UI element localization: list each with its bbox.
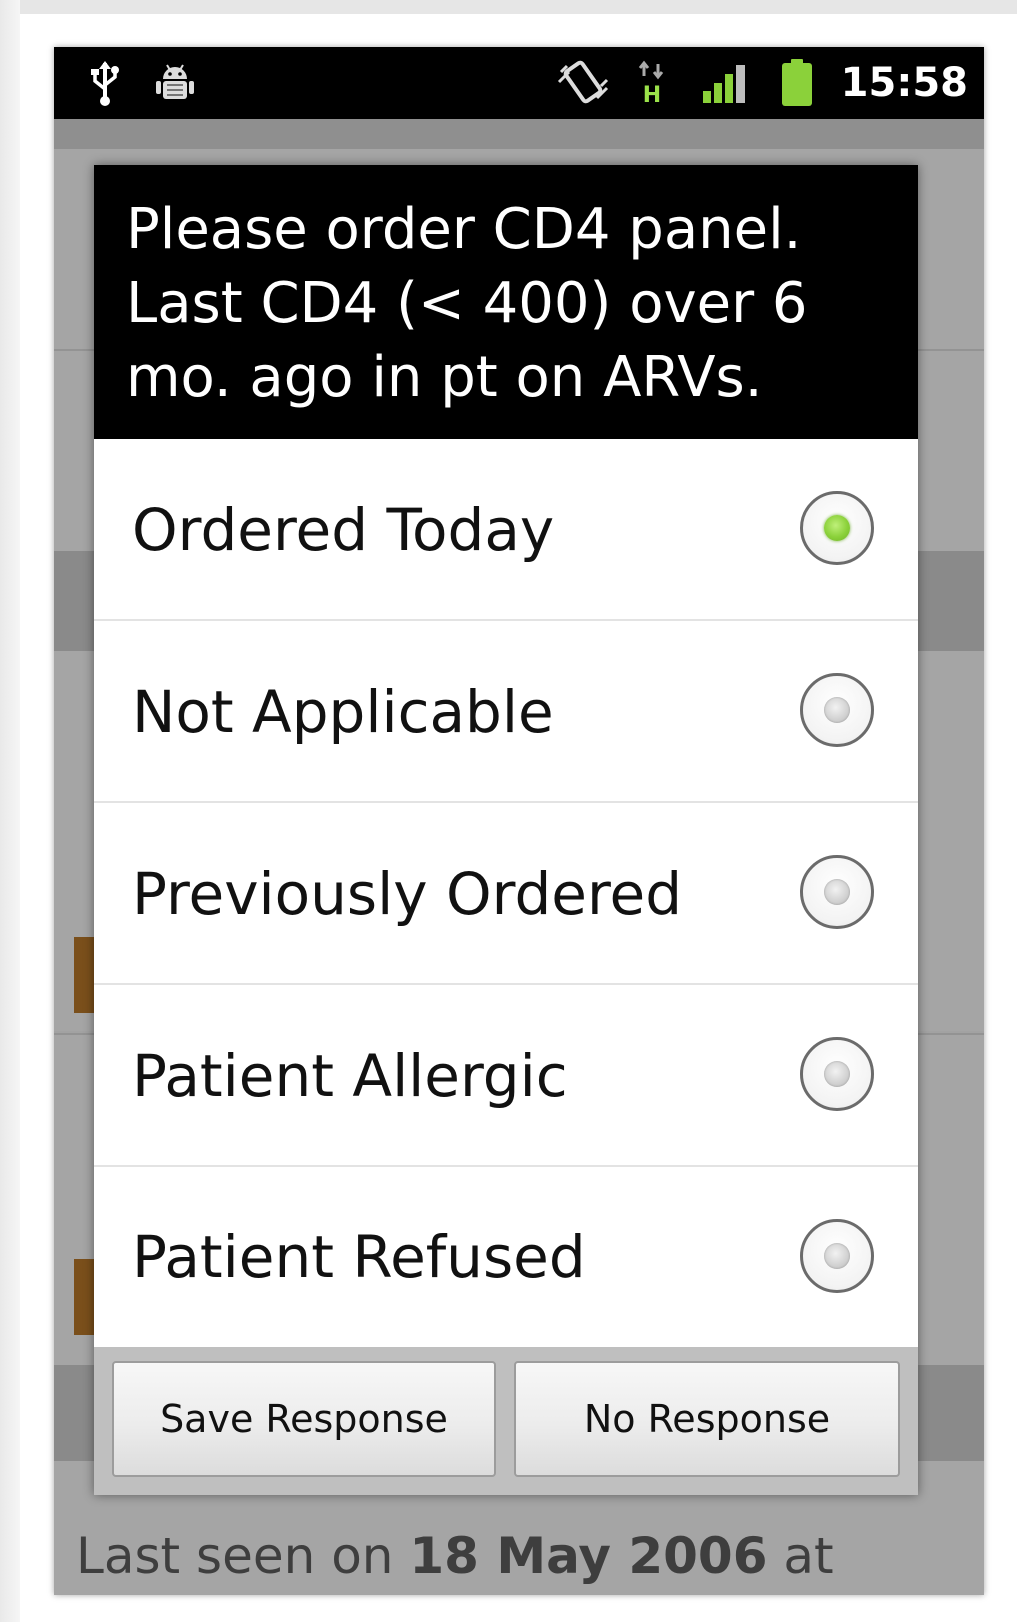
no-response-button[interactable]: No Response [514,1361,900,1477]
last-seen-suffix: at [767,1527,834,1585]
last-seen-prefix: Last seen on [76,1527,410,1585]
last-seen-date: 18 May 2006 [409,1527,768,1585]
radio-indicator [824,697,850,723]
cd4-reminder-dialog: Please order CD4 panel. Last CD4 (< 400)… [94,165,918,1495]
status-bar-clock: 15:58 [840,60,968,106]
signal-strength-icon [700,57,750,109]
save-response-button[interactable]: Save Response [112,1361,496,1477]
option-label: Not Applicable [132,678,554,746]
option-ordered-today[interactable]: Ordered Today [94,439,918,621]
radio-button[interactable] [800,673,874,747]
option-patient-allergic[interactable]: Patient Allergic [94,985,918,1167]
radio-button[interactable] [800,855,874,929]
radio-button-checked[interactable] [800,491,874,565]
usb-icon [84,57,126,109]
dialog-title-bar: Please order CD4 panel. Last CD4 (< 400)… [94,165,918,439]
option-previously-ordered[interactable]: Previously Ordered [94,803,918,985]
svg-text:H: H [643,83,661,106]
dialog-title: Please order CD4 panel. Last CD4 (< 400)… [126,197,808,410]
radio-button[interactable] [800,1219,874,1293]
option-not-applicable[interactable]: Not Applicable [94,621,918,803]
phone-screen: H 15:58 Last seen on 18 May 2006 at Plea… [54,47,984,1595]
radio-indicator [824,879,850,905]
vibrate-icon [554,57,612,109]
option-label: Ordered Today [132,496,555,564]
screenshot-frame: H 15:58 Last seen on 18 May 2006 at Plea… [0,0,1017,1622]
hspa-data-icon: H [634,57,670,109]
radio-indicator [824,515,850,541]
android-debug-icon [150,57,200,109]
dialog-button-bar: Save Response No Response [94,1347,918,1495]
background-header-strip [54,119,984,149]
radio-indicator [824,1243,850,1269]
option-label: Patient Allergic [132,1042,568,1110]
radio-indicator [824,1061,850,1087]
status-bar: H 15:58 [54,47,984,119]
last-seen-text: Last seen on 18 May 2006 at [76,1527,834,1585]
option-label: Patient Refused [132,1223,586,1291]
option-label: Previously Ordered [132,860,683,928]
radio-button[interactable] [800,1037,874,1111]
frame-edge-top [0,0,1017,14]
frame-edge-left [0,0,20,1622]
option-patient-refused[interactable]: Patient Refused [94,1167,918,1347]
battery-icon [776,57,818,109]
